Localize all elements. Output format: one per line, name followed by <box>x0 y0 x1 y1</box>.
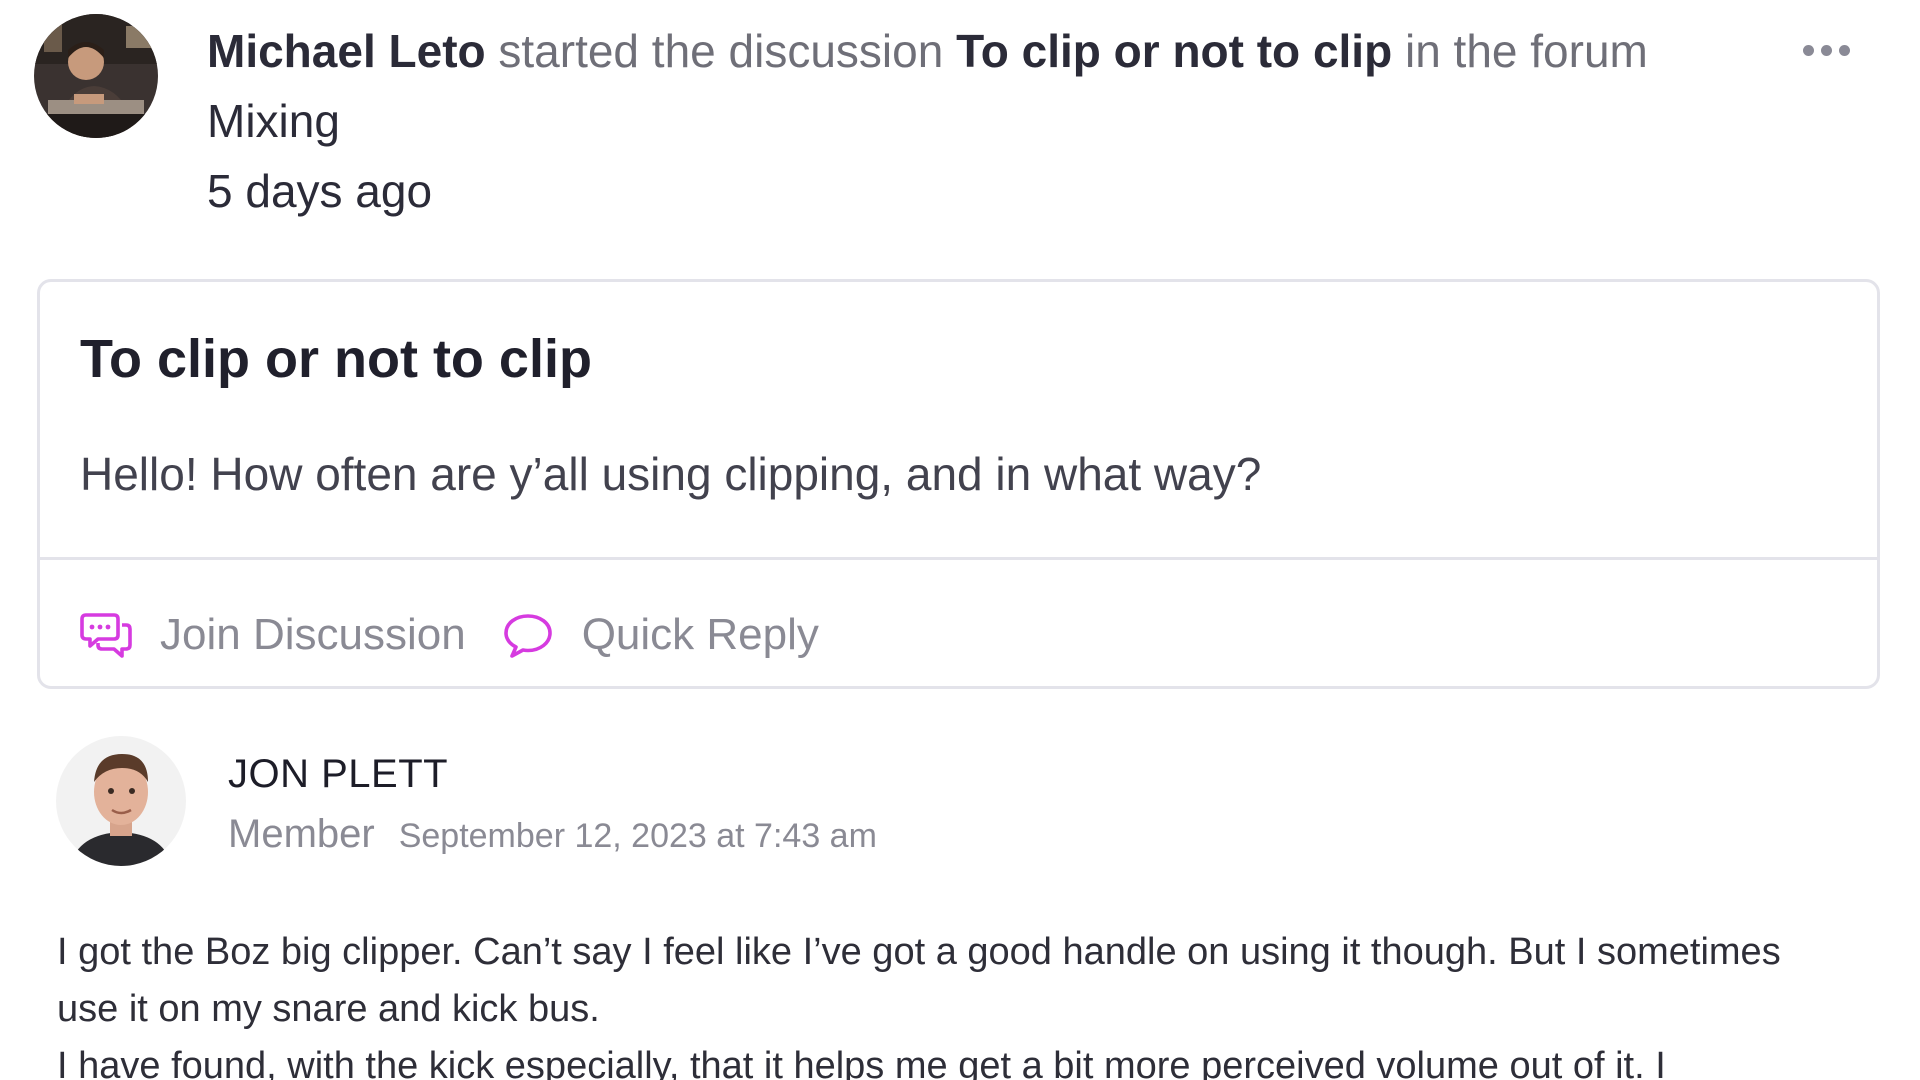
activity-forum-link[interactable]: Mixing <box>207 95 340 147</box>
activity-summary: Michael Leto started the discussion To c… <box>207 16 1707 156</box>
activity-author-link[interactable]: Michael Leto <box>207 25 486 77</box>
reply-paragraph: I have found, with the kick especially, … <box>57 1045 1666 1080</box>
reply-author-name[interactable]: JON PLETT <box>228 752 448 797</box>
speech-bubble-icon <box>502 609 554 661</box>
quick-reply-label: Quick Reply <box>581 610 819 659</box>
card-actions: Join Discussion Quick Reply <box>80 600 819 670</box>
author-avatar[interactable] <box>34 14 158 138</box>
activity-timestamp: 5 days ago <box>207 165 433 217</box>
more-options-button[interactable] <box>1790 30 1862 70</box>
activity-feed: Michael Leto started the discussion To c… <box>0 0 1920 1080</box>
activity-action-text: started the discussion <box>498 25 944 77</box>
avatar-photo-icon <box>56 736 186 866</box>
ellipsis-icon <box>1802 44 1814 56</box>
card-divider <box>40 557 1877 560</box>
reply-author-avatar[interactable] <box>56 736 186 866</box>
discussion-card: To clip or not to clip Hello! How often … <box>37 279 1880 689</box>
activity-forum-prefix: in the forum <box>1404 25 1648 77</box>
avatar-photo-icon <box>34 14 158 138</box>
reply-timestamp[interactable]: September 12, 2023 at 7:43 am <box>399 817 877 856</box>
join-discussion-label: Join Discussion <box>160 610 466 659</box>
quick-reply-button[interactable]: Quick Reply <box>502 609 819 661</box>
chat-bubbles-icon <box>80 609 132 661</box>
reply-meta: Member September 12, 2023 at 7:43 am <box>228 812 877 857</box>
reply-paragraph: I got the Boz big clipper. Can’t say I f… <box>57 931 1781 1030</box>
discussion-excerpt: Hello! How often are y’all using clippin… <box>80 448 1262 500</box>
join-discussion-button[interactable]: Join Discussion <box>80 609 466 661</box>
reply-author-role: Member <box>228 812 375 856</box>
discussion-title[interactable]: To clip or not to clip <box>80 328 592 390</box>
reply-body: I got the Boz big clipper. Can’t say I f… <box>57 924 1847 1080</box>
activity-discussion-link[interactable]: To clip or not to clip <box>956 25 1392 77</box>
